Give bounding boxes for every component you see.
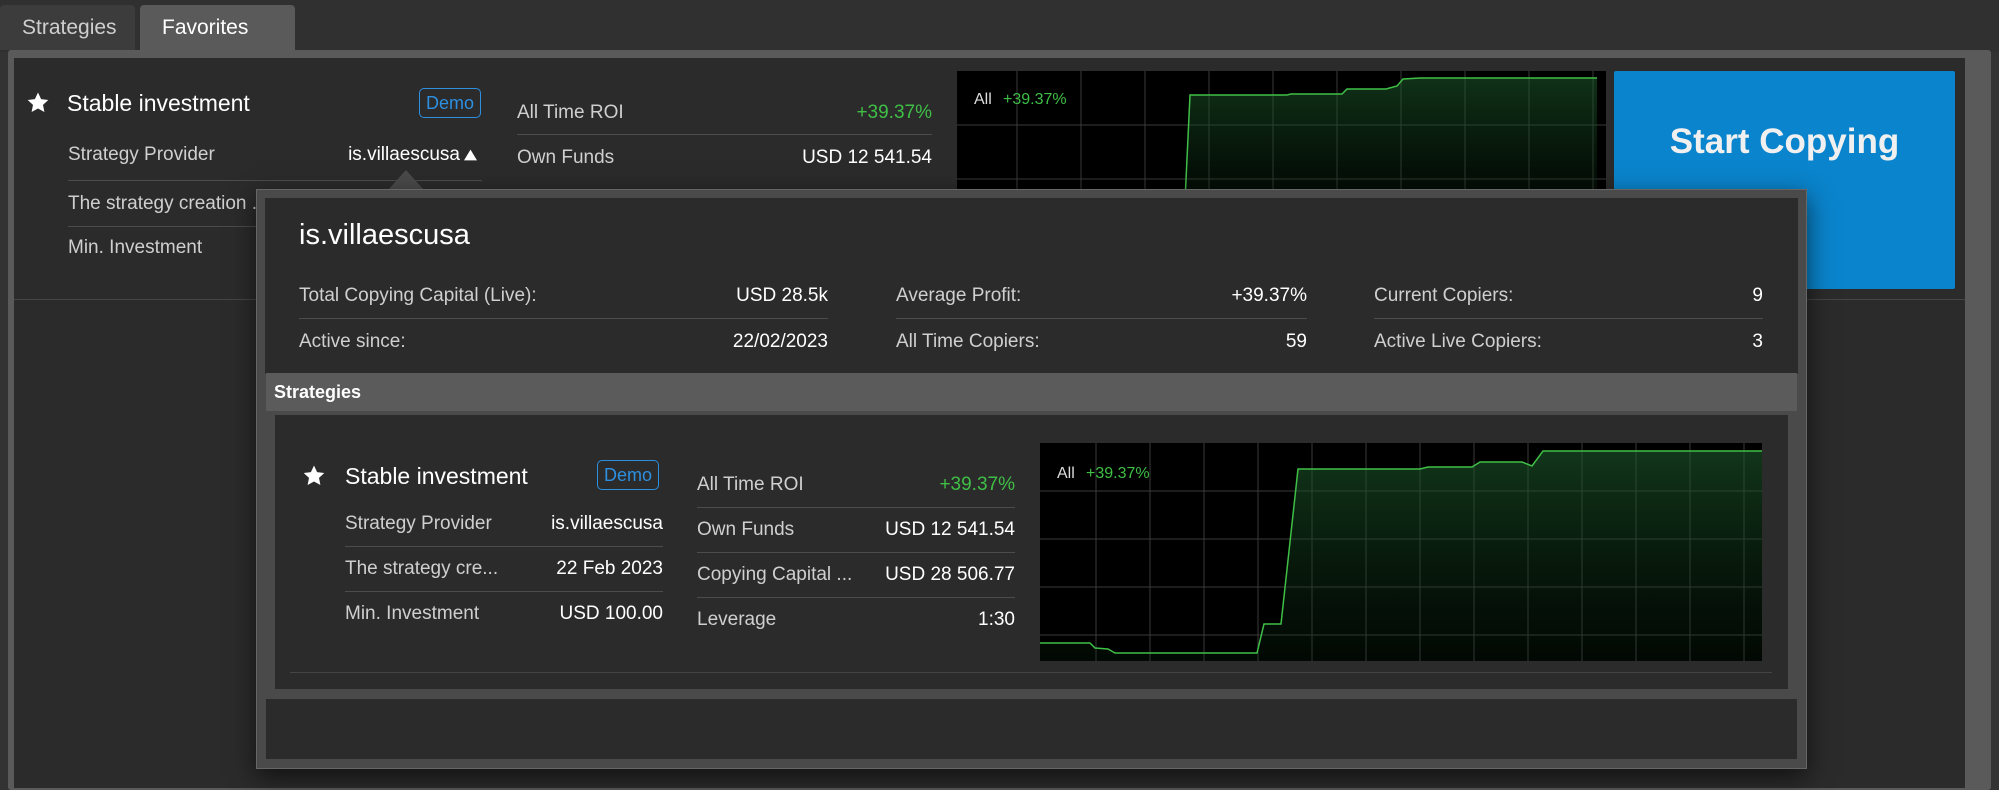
card-divider bbox=[290, 672, 1772, 673]
tab-strategies-label: Strategies bbox=[22, 16, 117, 39]
provider-link[interactable]: is.villaescusa bbox=[320, 144, 460, 166]
popup-row-label: Copying Capital ... bbox=[697, 564, 853, 585]
stat-label: Active since: bbox=[299, 331, 406, 352]
row-divider bbox=[517, 134, 932, 135]
popup-row-value: USD 28 506.77 bbox=[885, 564, 1015, 585]
row-divider bbox=[1374, 318, 1763, 319]
stat-label: Average Profit: bbox=[896, 285, 1022, 306]
popup-row-label: Leverage bbox=[697, 609, 777, 630]
popup-row-label: All Time ROI bbox=[697, 474, 804, 495]
popup-pointer bbox=[388, 170, 424, 190]
tab-favorites-label: Favorites bbox=[162, 16, 249, 39]
chart-period-label: All bbox=[974, 91, 992, 108]
row-divider bbox=[697, 507, 1015, 508]
stat-value: USD 28.5k bbox=[736, 285, 828, 306]
stat-value: 3 bbox=[1752, 331, 1763, 352]
strategy-title[interactable]: Stable investment bbox=[67, 90, 250, 117]
popup-empty-area bbox=[266, 699, 1797, 759]
row-divider bbox=[345, 546, 663, 547]
stat-value: 9 bbox=[1752, 285, 1763, 306]
popup-roi-chart[interactable]: All +39.37% bbox=[1040, 443, 1762, 661]
creation-label: The strategy creation ... bbox=[68, 193, 268, 214]
favorite-star-icon[interactable] bbox=[26, 91, 50, 115]
stat-label: All Time Copiers: bbox=[896, 331, 1040, 352]
popup-strategy-title[interactable]: Stable investment bbox=[345, 463, 528, 490]
caret-up-icon[interactable] bbox=[464, 149, 477, 161]
popup-chart-period-label: All bbox=[1057, 465, 1075, 482]
tab-bar: Strategies Favorites1 bbox=[0, 0, 1999, 84]
stat-label: Active Live Copiers: bbox=[1374, 331, 1542, 352]
popup-row-label: The strategy cre... bbox=[345, 558, 499, 579]
popup-row-value: +39.37% bbox=[939, 474, 1015, 495]
own-funds-value: USD 12 541.54 bbox=[802, 147, 932, 168]
row-divider bbox=[345, 591, 663, 592]
tab-strategies[interactable]: Strategies bbox=[0, 5, 135, 50]
stat-label: Current Copiers: bbox=[1374, 285, 1514, 306]
stat-value: 59 bbox=[1285, 331, 1307, 352]
favorite-star-icon[interactable] bbox=[302, 464, 326, 488]
strategies-section-header: Strategies bbox=[266, 373, 1797, 411]
roi-label: All Time ROI bbox=[517, 102, 624, 123]
popup-row-label: Own Funds bbox=[697, 519, 795, 540]
demo-badge: Demo bbox=[419, 88, 482, 118]
provider-name: is.villaescusa bbox=[299, 219, 470, 251]
chart-roi-label: +39.37% bbox=[1003, 91, 1067, 108]
row-divider bbox=[697, 597, 1015, 598]
row-divider bbox=[896, 318, 1307, 319]
roi-value: +39.37% bbox=[856, 102, 932, 123]
stat-value: +39.37% bbox=[1231, 285, 1307, 306]
row-divider bbox=[299, 318, 828, 319]
stat-value: 22/02/2023 bbox=[732, 331, 828, 352]
popup-row-value: USD 12 541.54 bbox=[885, 519, 1015, 540]
popup-row-label: Min. Investment bbox=[345, 603, 480, 624]
row-divider bbox=[697, 552, 1015, 553]
popup-row-value: 1:30 bbox=[978, 609, 1015, 630]
popup-chart-roi-label: +39.37% bbox=[1086, 465, 1150, 482]
tab-favorites[interactable]: Favorites1 bbox=[140, 5, 295, 84]
stat-label: Total Copying Capital (Live): bbox=[299, 285, 537, 306]
roi-chart[interactable]: All +39.37% bbox=[957, 71, 1606, 201]
popup-row-value: 22 Feb 2023 bbox=[556, 558, 663, 579]
popup-row-label: Strategy Provider bbox=[345, 513, 492, 534]
popup-row-value: USD 100.00 bbox=[559, 603, 663, 624]
popup-row-value[interactable]: is.villaescusa bbox=[520, 513, 663, 535]
own-funds-label: Own Funds bbox=[517, 147, 615, 168]
min-investment-label: Min. Investment bbox=[68, 237, 203, 258]
popup-demo-badge: Demo bbox=[597, 460, 660, 490]
provider-label: Strategy Provider bbox=[68, 144, 215, 165]
